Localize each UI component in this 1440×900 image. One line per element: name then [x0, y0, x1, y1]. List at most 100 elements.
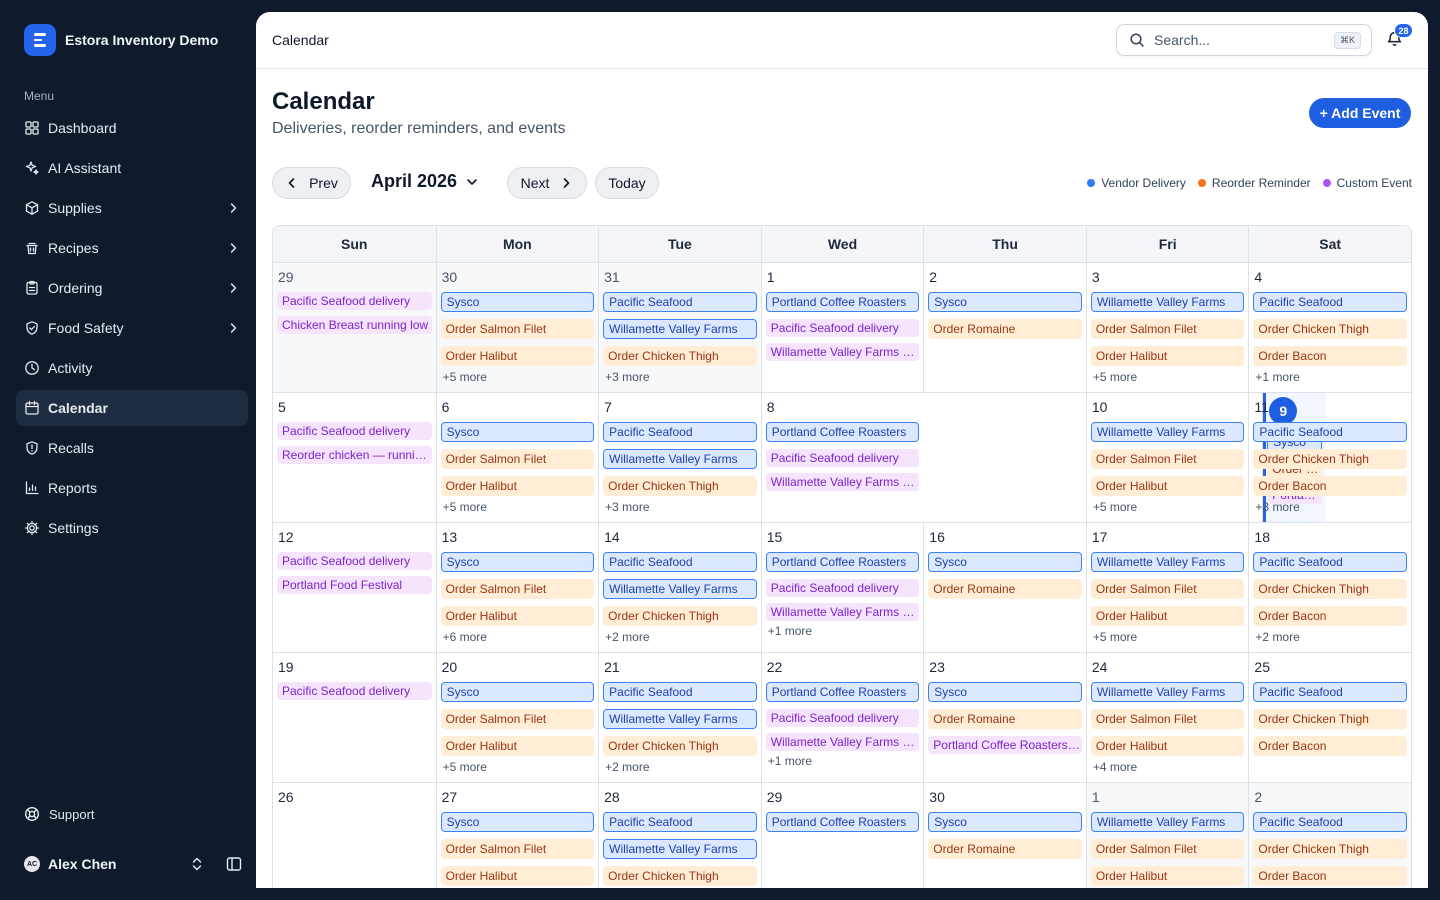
more-events-link[interactable]: +3 more [605, 370, 757, 384]
reorder-event[interactable]: Order Chicken Thigh [1253, 709, 1407, 729]
vendor-event[interactable]: Willamette Valley Farms [1090, 292, 1245, 312]
today-button[interactable]: Today [595, 167, 659, 199]
sidebar-item-recipes[interactable]: Recipes [16, 230, 248, 266]
reorder-event[interactable]: Order Halibut [440, 866, 595, 886]
sidebar-item-calendar[interactable]: Calendar [16, 390, 248, 426]
sidebar-item-reports[interactable]: Reports [16, 470, 248, 506]
reorder-event[interactable]: Order Salmon Filet [440, 449, 595, 469]
calendar-day[interactable]: 29 Portland Coffee Roasters [760, 783, 924, 888]
custom-event[interactable]: Reorder chicken — running low [277, 446, 432, 464]
reorder-event[interactable]: Order Salmon Filet [1090, 449, 1245, 469]
vendor-event[interactable]: Pacific Seafood [1253, 552, 1407, 572]
calendar-day[interactable]: 7 Pacific Seafood Willamette Valley Farms O… [598, 393, 761, 522]
more-events-link[interactable]: +4 more [1093, 760, 1245, 774]
reorder-event[interactable]: Order Salmon Filet [1090, 579, 1245, 599]
custom-event[interactable]: Pacific Seafood delivery [277, 682, 432, 700]
calendar-day[interactable]: 22 Portland Coffee Roasters Pacific Seafoo… [760, 653, 924, 782]
custom-event[interactable]: Pacific Seafood delivery [765, 579, 920, 597]
custom-event[interactable]: Chicken Breast running low [277, 316, 432, 334]
more-events-link[interactable]: +5 more [1093, 370, 1245, 384]
calendar-day[interactable]: 13 Sysco Order Salmon Filet Order Halibut +6… [435, 523, 599, 652]
prev-month-button[interactable]: Prev [272, 167, 351, 199]
vendor-event[interactable]: Sysco [928, 812, 1082, 832]
vendor-event[interactable]: Sysco [928, 682, 1082, 702]
reorder-event[interactable]: Order Chicken Thigh [1253, 579, 1407, 599]
reorder-event[interactable]: Order Halibut [440, 476, 595, 496]
more-events-link[interactable]: +5 more [443, 370, 595, 384]
sidebar-item-recalls[interactable]: Recalls [16, 430, 248, 466]
reorder-event[interactable]: Order Halibut [1090, 736, 1245, 756]
vendor-event[interactable]: Willamette Valley Farms [1090, 682, 1245, 702]
calendar-day[interactable]: 11 Pacific Seafood Order Chicken Thigh Orde… [1248, 393, 1411, 522]
custom-event[interactable]: Pacific Seafood delivery [765, 709, 920, 727]
reorder-event[interactable]: Order Halibut [1090, 866, 1245, 886]
sidebar-toggle-icon[interactable] [226, 856, 242, 872]
vendor-event[interactable]: Willamette Valley Farms [603, 839, 757, 859]
more-events-link[interactable]: +3 more [1255, 500, 1407, 514]
reorder-event[interactable]: Order Romaine [928, 839, 1082, 859]
calendar-day[interactable]: 16 Sysco Order Romaine [923, 523, 1086, 652]
more-events-link[interactable]: +3 more [605, 500, 757, 514]
vendor-event[interactable]: Sysco [440, 292, 595, 312]
chevrons-up-down-icon[interactable] [190, 856, 204, 872]
reorder-event[interactable]: Order Chicken Thigh [1253, 449, 1407, 469]
custom-event[interactable]: Portland Coffee Roasters delivery [928, 736, 1082, 754]
brand[interactable]: Estora Inventory Demo [24, 24, 218, 56]
month-selector[interactable]: April 2026 [371, 171, 479, 192]
calendar-day[interactable]: 17 Willamette Valley Farms Order Salmon Fi… [1085, 523, 1249, 652]
user-menu[interactable]: AC Alex Chen [24, 856, 242, 872]
calendar-day[interactable]: 27 Sysco Order Salmon Filet Order Halibut [435, 783, 599, 888]
calendar-day[interactable]: 30 Sysco Order Romaine [923, 783, 1086, 888]
reorder-event[interactable]: Order Chicken Thigh [603, 866, 757, 886]
calendar-day[interactable]: 30 Sysco Order Salmon Filet Order Halibut +5… [435, 263, 599, 392]
reorder-event[interactable]: Order Bacon [1253, 346, 1407, 366]
vendor-event[interactable]: Sysco [928, 552, 1082, 572]
vendor-event[interactable]: Pacific Seafood [603, 292, 757, 312]
calendar-day[interactable]: 6 Sysco Order Salmon Filet Order Halibut +5 … [435, 393, 599, 522]
more-events-link[interactable]: +5 more [1093, 630, 1245, 644]
reorder-event[interactable]: Order Salmon Filet [440, 579, 595, 599]
reorder-event[interactable]: Order Salmon Filet [440, 319, 595, 339]
vendor-event[interactable]: Sysco [928, 292, 1082, 312]
vendor-event[interactable]: Portland Coffee Roasters [765, 682, 920, 702]
reorder-event[interactable]: Order Chicken Thigh [603, 476, 757, 496]
calendar-day[interactable]: 1 Willamette Valley Farms Order Salmon Fil… [1085, 783, 1249, 888]
calendar-day[interactable]: 21 Pacific Seafood Willamette Valley Farms… [598, 653, 761, 782]
calendar-day[interactable]: 8 Portland Coffee Roasters Pacific Seafood… [760, 393, 924, 522]
calendar-day[interactable]: 20 Sysco Order Salmon Filet Order Halibut +5… [435, 653, 599, 782]
calendar-day[interactable]: 2 Sysco Order Romaine [923, 263, 1086, 392]
reorder-event[interactable]: Order Chicken Thigh [1253, 319, 1407, 339]
more-events-link[interactable]: +1 more [1255, 370, 1407, 384]
calendar-day[interactable]: 4 Pacific Seafood Order Chicken Thigh Order… [1248, 263, 1411, 392]
sidebar-item-dashboard[interactable]: Dashboard [16, 110, 248, 146]
custom-event[interactable]: Pacific Seafood delivery [277, 422, 432, 440]
calendar-day[interactable]: 2 Pacific Seafood Order Chicken Thigh Order… [1248, 783, 1411, 888]
add-event-button[interactable]: + Add Event [1309, 98, 1411, 128]
calendar-day[interactable]: 28 Pacific Seafood Willamette Valley Farms… [598, 783, 761, 888]
custom-event[interactable]: Willamette Valley Farms delivery [765, 733, 920, 751]
vendor-event[interactable]: Willamette Valley Farms [603, 579, 757, 599]
reorder-event[interactable]: Order Halibut [440, 346, 595, 366]
reorder-event[interactable]: Order Halibut [1090, 346, 1245, 366]
next-month-button[interactable]: Next [507, 167, 587, 199]
vendor-event[interactable]: Sysco [440, 552, 595, 572]
more-events-link[interactable]: +5 more [443, 500, 595, 514]
more-events-link[interactable]: +5 more [1093, 500, 1245, 514]
search-input[interactable]: Search... ⌘K [1116, 24, 1372, 56]
calendar-day[interactable]: 31 Pacific Seafood Willamette Valley Farms… [598, 263, 761, 392]
sidebar-item-ai-assistant[interactable]: AI Assistant [16, 150, 248, 186]
vendor-event[interactable]: Willamette Valley Farms [1090, 422, 1245, 442]
more-events-link[interactable]: +6 more [443, 630, 595, 644]
vendor-event[interactable]: Pacific Seafood [603, 812, 757, 832]
vendor-event[interactable]: Pacific Seafood [1253, 682, 1407, 702]
sidebar-item-settings[interactable]: Settings [16, 510, 248, 546]
vendor-event[interactable]: Willamette Valley Farms [603, 449, 757, 469]
more-events-link[interactable]: +1 more [768, 754, 920, 768]
vendor-event[interactable]: Pacific Seafood [1253, 812, 1407, 832]
sidebar-item-food-safety[interactable]: Food Safety [16, 310, 248, 346]
support-link[interactable]: Support [24, 806, 95, 822]
reorder-event[interactable]: Order Chicken Thigh [603, 606, 757, 626]
custom-event[interactable]: Pacific Seafood delivery [765, 449, 920, 467]
vendor-event[interactable]: Sysco [440, 422, 595, 442]
calendar-day[interactable]: 29 Pacific Seafood delivery Chicken Breast… [273, 263, 436, 392]
